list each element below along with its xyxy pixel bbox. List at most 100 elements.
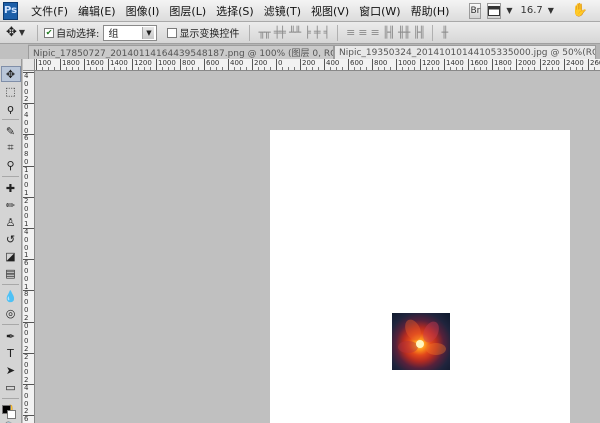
screen-mode-button[interactable]: [487, 2, 502, 19]
healing-brush-tool[interactable]: ✚: [1, 180, 21, 196]
menu-image[interactable]: 图像(I): [121, 3, 165, 19]
ruler-tick: [492, 59, 493, 70]
ruler-minor-tick: [582, 67, 583, 70]
ruler-minor-tick: [432, 67, 433, 70]
gradient-tool[interactable]: ▤: [1, 265, 21, 281]
hand-icon[interactable]: ✋: [572, 3, 588, 18]
eraser-tool[interactable]: ◪: [1, 248, 21, 264]
menu-layer[interactable]: 图层(L): [164, 3, 211, 19]
ruler-label: 4: [24, 228, 29, 236]
ruler-tick: [108, 59, 109, 70]
shape-tool[interactable]: ▭: [1, 379, 21, 395]
pen-tool[interactable]: ✒: [1, 328, 21, 344]
zoom-tool[interactable]: 🔍: [1, 419, 21, 423]
ruler-minor-tick: [78, 67, 79, 70]
horizontal-ruler[interactable]: 100 1800 1600 1400 1200 1000 800 600 400 200 0 200 4…: [35, 59, 600, 71]
ruler-label: 0: [24, 306, 29, 314]
flower-layer-image[interactable]: [392, 313, 450, 370]
ruler-tick: [23, 352, 34, 354]
menu-filter[interactable]: 滤镜(T): [259, 3, 306, 19]
distribute-bottom-icon[interactable]: ≡: [371, 26, 380, 39]
ruler-tick: [23, 134, 34, 136]
menu-help[interactable]: 帮助(H): [406, 3, 455, 19]
distribute-left-icon[interactable]: ╟╢: [383, 26, 395, 39]
distribute-top-icon[interactable]: ≡: [346, 26, 355, 39]
align-bottom-icon[interactable]: ╨╨: [289, 26, 301, 39]
menu-select[interactable]: 选择(S): [211, 3, 259, 19]
ruler-label: 1400: [446, 59, 464, 67]
ruler-minor-tick: [168, 67, 169, 70]
ruler-label: 1800: [62, 59, 80, 67]
ruler-tick: [23, 228, 34, 229]
background-color-swatch[interactable]: [7, 410, 16, 419]
ruler-minor-tick: [330, 67, 331, 70]
menu-window[interactable]: 窗口(W): [354, 3, 405, 19]
screen-mode-icon: [488, 5, 501, 16]
tool-separator: [2, 398, 19, 399]
tool-separator: [2, 119, 19, 120]
marquee-tool[interactable]: ⬚: [1, 83, 21, 99]
auto-align-icon[interactable]: ╫: [441, 26, 448, 39]
ruler-tick: [156, 59, 157, 70]
screen-mode-dropdown-icon[interactable]: ▼: [506, 6, 512, 15]
petal-shape: [402, 317, 424, 343]
auto-select-checkbox[interactable]: ✔: [44, 27, 55, 38]
show-transform-checkbox[interactable]: [167, 27, 178, 38]
chevron-down-icon: ▼: [18, 28, 26, 37]
ruler-label: 4: [24, 72, 29, 80]
zoom-dropdown-icon[interactable]: ▼: [548, 6, 554, 15]
eyedropper-tool[interactable]: ⚲: [1, 157, 21, 173]
ruler-minor-tick: [192, 67, 193, 70]
ruler-origin[interactable]: [23, 59, 35, 71]
bridge-button[interactable]: Br: [469, 2, 482, 19]
document-tab-1[interactable]: Nipic_17850727_20140114164439548187.png …: [28, 45, 334, 59]
align-top-icon[interactable]: ╥╥: [258, 26, 270, 39]
document-tab-2[interactable]: Nipic_19350324_20141010144105335000.jpg …: [334, 45, 596, 59]
ruler-tick: [23, 72, 34, 73]
clone-stamp-tool-icon: ♙: [5, 215, 16, 229]
ruler-minor-tick: [288, 67, 289, 70]
move-tool[interactable]: ✥: [0, 66, 21, 82]
align-left-icon[interactable]: ╞: [304, 26, 311, 39]
distribute-vcenter-icon[interactable]: ≡: [358, 26, 367, 39]
blur-tool[interactable]: 💧: [1, 288, 21, 304]
ruler-minor-tick: [42, 67, 43, 70]
ruler-minor-tick: [402, 67, 403, 70]
path-select-tool[interactable]: ➤: [1, 362, 21, 378]
ruler-label: 600: [350, 59, 364, 67]
ruler-tick: [36, 59, 37, 70]
zoom-level[interactable]: 16.7: [520, 5, 542, 16]
auto-select-value: 组: [108, 29, 119, 40]
move-tool-icon: ✥: [5, 67, 16, 81]
tool-separator: [2, 324, 19, 325]
quick-select-tool[interactable]: ✎: [1, 123, 21, 139]
ruler-minor-tick: [306, 67, 307, 70]
lasso-tool[interactable]: ϙ: [1, 100, 21, 116]
ruler-label: 2600: [590, 59, 600, 67]
ruler-minor-tick: [336, 67, 337, 70]
ruler-label: 1000: [158, 59, 176, 67]
type-tool[interactable]: T: [1, 345, 21, 361]
distribute-hcenter-icon[interactable]: ╫╫: [398, 26, 410, 39]
auto-select-dropdown[interactable]: 组 ▼: [103, 24, 158, 41]
tool-preset-picker[interactable]: ✥ ▼: [6, 25, 25, 40]
history-brush-tool[interactable]: ↺: [1, 231, 21, 247]
vertical-ruler[interactable]: 4002040060801001200140016001800200022002…: [23, 71, 35, 423]
clone-stamp-tool[interactable]: ♙: [1, 214, 21, 230]
ruler-label: 1600: [470, 59, 488, 67]
distribute-right-icon[interactable]: ╟╢: [413, 26, 425, 39]
ruler-tick: [204, 59, 205, 70]
menu-edit[interactable]: 编辑(E): [73, 3, 121, 19]
ruler-tick: [23, 415, 34, 417]
menu-view[interactable]: 视图(V): [306, 3, 354, 19]
align-vcenter-icon[interactable]: ╪╪: [274, 26, 286, 39]
brush-tool[interactable]: ✏: [1, 197, 21, 213]
align-right-icon[interactable]: ╡: [323, 26, 330, 39]
healing-brush-tool-icon: ✚: [5, 181, 16, 195]
align-hcenter-icon[interactable]: ╪: [314, 26, 321, 39]
crop-tool[interactable]: ⌗: [1, 140, 21, 156]
document-canvas[interactable]: [270, 130, 570, 423]
dodge-tool[interactable]: ◎: [1, 305, 21, 321]
blur-tool-icon: 💧: [3, 289, 18, 303]
menu-file[interactable]: 文件(F): [26, 3, 73, 19]
